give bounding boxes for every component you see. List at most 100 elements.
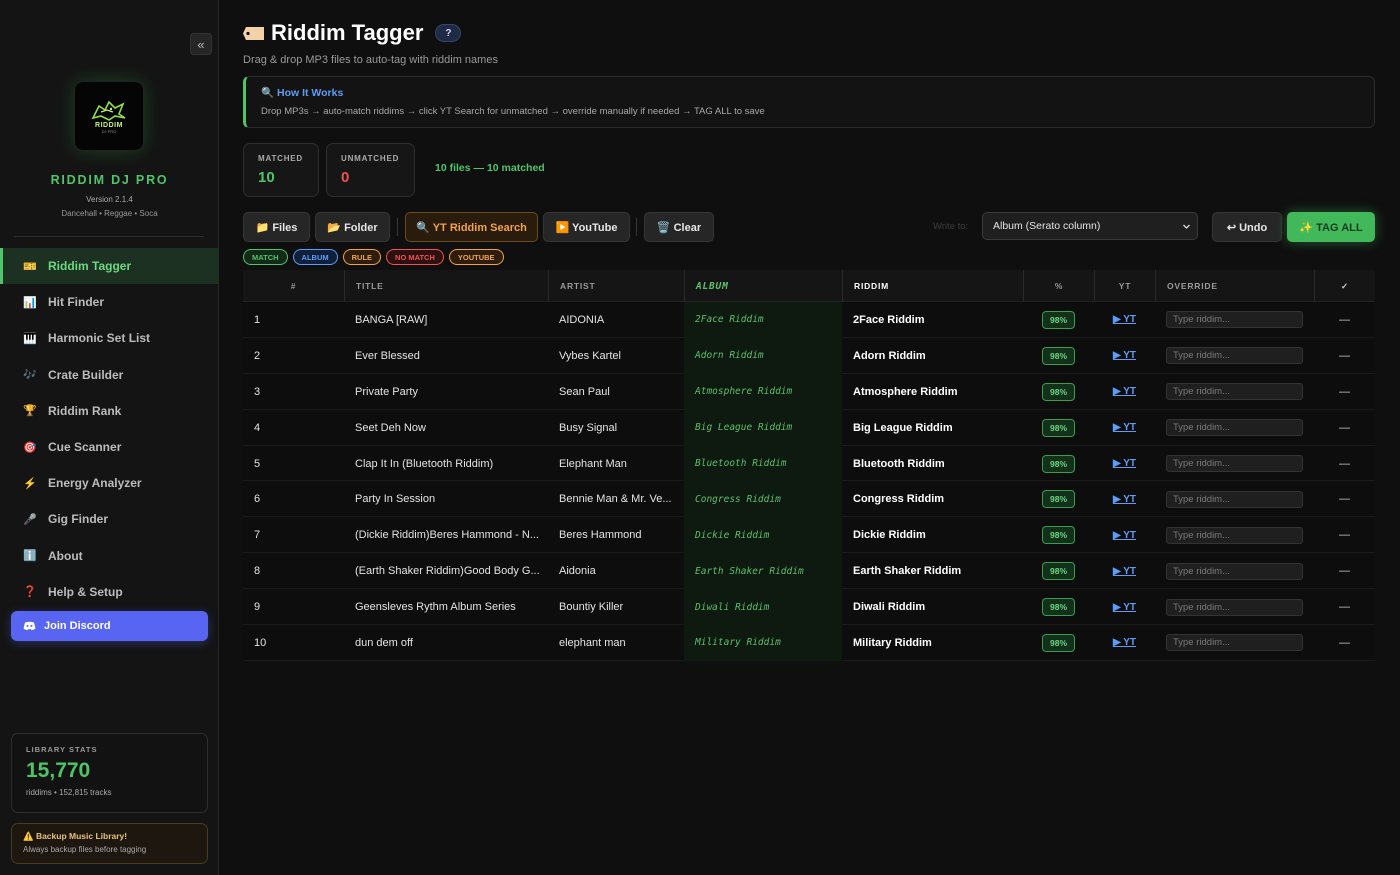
- table-row[interactable]: 9 Geensleves Rythm Album Series Bountiy Ki…: [243, 589, 1375, 626]
- override-input[interactable]: [1166, 562, 1303, 580]
- sidebar-item-help-setup[interactable]: ❓ Help & Setup: [0, 574, 219, 610]
- add-folder-button[interactable]: 📂 Folder: [315, 212, 390, 242]
- override-input[interactable]: [1166, 455, 1303, 472]
- yt-cell: ▶ YT: [1094, 481, 1155, 517]
- help-button[interactable]: ?: [435, 24, 462, 42]
- column-header-artist[interactable]: ARTIST: [548, 270, 684, 302]
- table-row[interactable]: 2 Ever Blessed Vybes Kartel Adorn Riddim Ado…: [243, 337, 1375, 374]
- yt-riddim-search-button[interactable]: 🔍 YT Riddim Search: [405, 212, 538, 242]
- backup-warning-title: ⚠️ Backup Music Library!: [23, 831, 128, 841]
- yt-cell: ▶ YT: [1094, 589, 1155, 625]
- table-row[interactable]: 3 Private Party Sean Paul Atmosphere Riddim…: [243, 373, 1375, 410]
- how-it-works-title[interactable]: 🔍 How It Works: [261, 86, 1359, 99]
- column-header-number[interactable]: #: [243, 270, 344, 302]
- yt-link[interactable]: ▶ YT: [1113, 494, 1136, 505]
- youtube-button[interactable]: ▶️ YouTube: [543, 212, 630, 242]
- track-album: Atmosphere Riddim: [684, 373, 842, 410]
- yt-cell: ▶ YT: [1094, 338, 1155, 374]
- join-discord-label: Join Discord: [44, 620, 111, 632]
- write-to-select[interactable]: Album (Serato column): [982, 212, 1198, 240]
- match-percent-badge: 98%: [1042, 490, 1075, 509]
- yt-link[interactable]: ▶ YT: [1113, 458, 1136, 469]
- join-discord-button[interactable]: Join Discord: [11, 611, 208, 641]
- yt-cell: ▶ YT: [1094, 302, 1155, 338]
- yt-link[interactable]: ▶ YT: [1113, 314, 1136, 325]
- column-header-riddim[interactable]: RIDDIM: [842, 270, 1023, 302]
- row-number: 1: [254, 313, 261, 326]
- match-percent-cell: 98%: [1023, 410, 1094, 446]
- sidebar-item-energy-analyzer[interactable]: ⚡ Energy Analyzer: [0, 465, 219, 501]
- override-input[interactable]: [1166, 490, 1303, 508]
- sidebar-item-about[interactable]: ℹ️ About: [0, 538, 219, 574]
- table-header: # TITLE ARTIST ALBUM RIDDIM% YT OVERRIDE ✓: [243, 270, 1375, 302]
- override-input[interactable]: [1166, 347, 1303, 365]
- yt-link[interactable]: ▶ YT: [1113, 530, 1136, 541]
- table-row[interactable]: 6 Party In Session Bennie Man & Mr. Ve... C…: [243, 481, 1375, 518]
- override-cell: [1155, 481, 1314, 517]
- yt-link[interactable]: ▶ YT: [1113, 566, 1136, 577]
- write-to-label: Write to:: [933, 221, 969, 232]
- undo-button[interactable]: ↩ Undo: [1212, 212, 1282, 242]
- sidebar-item-riddim-tagger[interactable]: 🎫 Riddim Tagger: [0, 248, 219, 285]
- app-logo: RIDDIM DJ PRO: [74, 81, 144, 151]
- yt-link[interactable]: ▶ YT: [1113, 422, 1136, 433]
- status-check: —: [1339, 565, 1350, 578]
- yt-link[interactable]: ▶ YT: [1113, 637, 1136, 648]
- track-artist: Bountiy Killer: [559, 601, 624, 614]
- sidebar-item-crate-builder[interactable]: 🎶 Crate Builder: [0, 357, 219, 393]
- clear-button[interactable]: 🗑️ Clear: [644, 212, 714, 242]
- yt-link[interactable]: ▶ YT: [1113, 350, 1136, 361]
- match-percent-cell: 98%: [1023, 446, 1094, 482]
- track-artist: elephant man: [559, 636, 626, 649]
- table-row[interactable]: 4 Seet Deh Now Busy Signal Big League Riddi…: [243, 409, 1375, 446]
- track-riddim: Dickie Riddim: [853, 529, 926, 542]
- sidebar-item-cue-scanner[interactable]: 🎯 Cue Scanner: [0, 429, 219, 465]
- tag-all-button[interactable]: ✨ TAG ALL: [1287, 212, 1375, 242]
- sidebar-item-riddim-rank[interactable]: 🏆 Riddim Rank: [0, 393, 219, 429]
- sidebar-divider: [14, 236, 204, 237]
- sidebar-item-label: Energy Analyzer: [48, 476, 142, 491]
- question-icon: ❓: [23, 586, 37, 599]
- override-input[interactable]: [1166, 598, 1303, 616]
- row-number: 10: [254, 636, 267, 649]
- column-header-yt[interactable]: YT: [1094, 270, 1155, 302]
- collapse-sidebar-button[interactable]: «: [190, 33, 212, 55]
- table-row[interactable]: 8 (Earth Shaker Riddim)Good Body G... Aido…: [243, 553, 1375, 590]
- add-files-button[interactable]: 📁 Files: [243, 212, 310, 242]
- column-header-check[interactable]: ✓: [1314, 270, 1375, 302]
- match-percent-badge: 98%: [1042, 346, 1075, 365]
- track-riddim: Big League Riddim: [853, 421, 953, 434]
- override-input[interactable]: [1166, 526, 1303, 544]
- sidebar-item-harmonic-set-list[interactable]: 🎹 Harmonic Set List: [0, 320, 219, 356]
- files-summary: 10 files — 10 matched: [435, 162, 545, 174]
- override-input[interactable]: [1166, 311, 1303, 329]
- sidebar: « RIDDIM DJ PRO RIDDIM DJ PRO Version 2.…: [0, 0, 219, 875]
- track-title: Private Party: [355, 385, 418, 398]
- column-header-override[interactable]: OVERRIDE: [1155, 270, 1314, 302]
- table-row[interactable]: 10 dun dem off elephant man Military Riddim…: [243, 625, 1375, 661]
- sidebar-item-hit-finder[interactable]: 📊 Hit Finder: [0, 284, 219, 320]
- table-row[interactable]: 7 (Dickie Riddim)Beres Hammond - N... Bere…: [243, 517, 1375, 554]
- main-content: Riddim Tagger ? Drag & drop MP3 files to…: [219, 0, 1400, 875]
- yt-link[interactable]: ▶ YT: [1113, 386, 1136, 397]
- library-stats-sub: riddims • 152,815 tracks: [26, 788, 112, 797]
- table-row[interactable]: 5 Clap It In (Bluetooth Riddim) Elephant M…: [243, 445, 1375, 482]
- override-input[interactable]: [1166, 634, 1303, 652]
- yt-cell: ▶ YT: [1094, 410, 1155, 446]
- legend-rule-badge: RULE: [342, 249, 382, 265]
- override-input[interactable]: [1166, 383, 1303, 401]
- column-header-percent[interactable]: %: [1023, 270, 1094, 302]
- bar-chart-icon: 📊: [23, 296, 37, 309]
- track-artist: Sean Paul: [559, 385, 610, 398]
- yt-link[interactable]: ▶ YT: [1113, 602, 1136, 613]
- sidebar-item-gig-finder[interactable]: 🎤 Gig Finder: [0, 501, 219, 537]
- version-label: Version 2.1.4: [86, 195, 133, 204]
- track-title: BANGA [RAW]: [355, 313, 428, 326]
- column-header-album[interactable]: ALBUM: [684, 270, 842, 302]
- column-header-title[interactable]: TITLE: [344, 270, 548, 302]
- track-artist: AIDONIA: [559, 313, 605, 326]
- tiger-logo-icon: [91, 100, 126, 121]
- override-input[interactable]: [1166, 419, 1303, 437]
- track-artist: Bennie Man & Mr. Ve...: [559, 493, 672, 506]
- table-row[interactable]: 1 BANGA [RAW] AIDONIA 2Face Riddim 2Face Rid…: [243, 302, 1375, 338]
